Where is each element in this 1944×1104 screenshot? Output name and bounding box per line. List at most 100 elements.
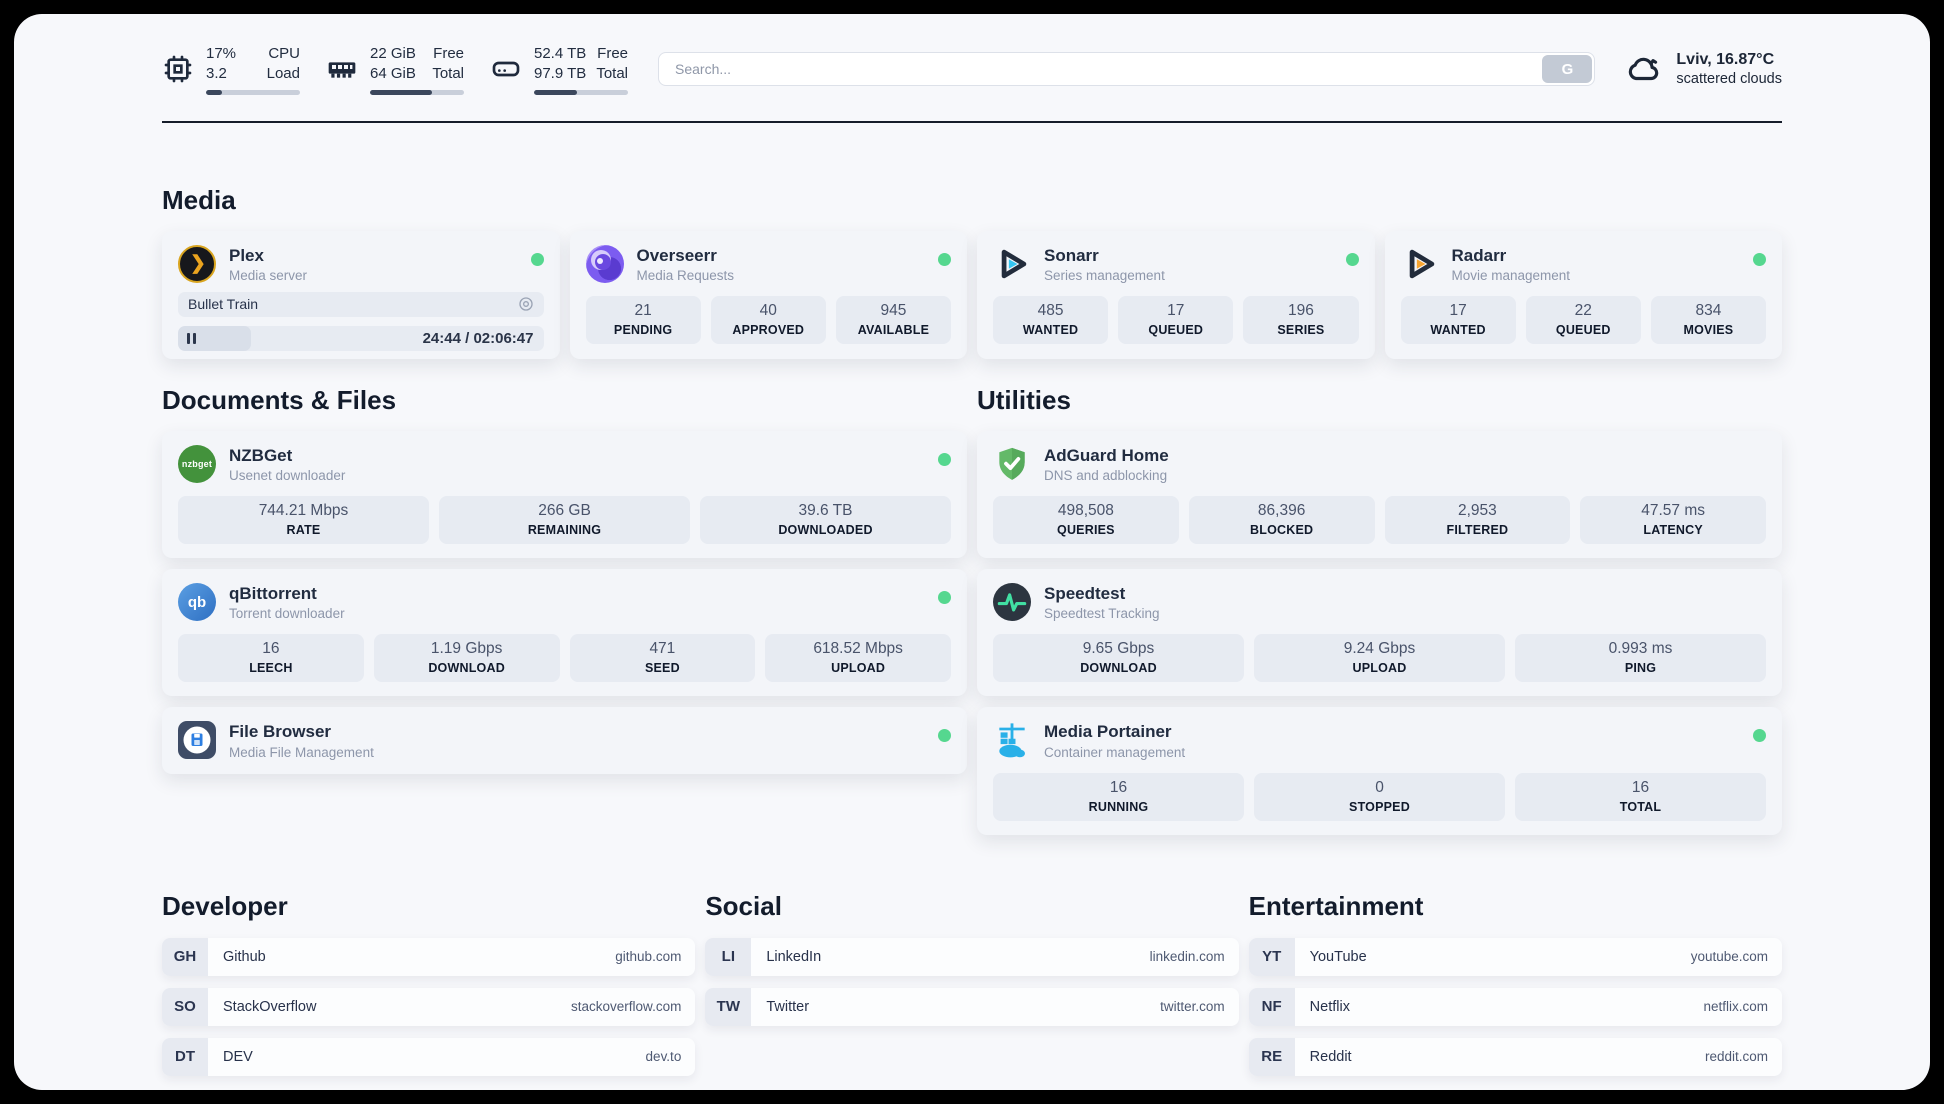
app-card-sonarr[interactable]: Sonarr Series management 485 WANTED 17 Q… <box>977 230 1375 359</box>
stat-downloaded: 39.6 TB DOWNLOADED <box>700 496 951 545</box>
stat-running: 16 RUNNING <box>993 772 1244 821</box>
bookmark-youtube[interactable]: YT YouTube youtube.com <box>1248 937 1782 976</box>
app-name: Media Portainer <box>1044 722 1172 742</box>
search-input[interactable] <box>658 52 1596 87</box>
status-online-dot <box>1753 729 1766 743</box>
app-name: Plex <box>229 245 264 265</box>
app-subtitle: Media File Management <box>229 744 374 760</box>
app-subtitle: Container management <box>1044 744 1186 760</box>
stat-remaining: 266 GB REMAINING <box>439 496 690 545</box>
stat-rate: 744.21 Mbps RATE <box>178 496 429 545</box>
app-subtitle: Movie management <box>1451 267 1571 283</box>
bookmark-url: linkedin.com <box>1149 949 1225 965</box>
app-subtitle: Speedtest Tracking <box>1044 606 1160 622</box>
stat-seed: 471 SEED <box>569 634 756 683</box>
bookmark-abbr: SO <box>162 987 208 1026</box>
bookmark-name: Github <box>223 948 266 965</box>
app-card-portainer[interactable]: Media Portainer Container management 16 … <box>977 707 1782 835</box>
stat-wanted: 17 WANTED <box>1400 295 1516 344</box>
cpu-metric: 17% 3.2 CPU Load <box>162 44 300 95</box>
app-subtitle: Usenet downloader <box>229 468 346 484</box>
app-card-speedtest[interactable]: Speedtest Speedtest Tracking 9.65 Gbps D… <box>977 569 1782 697</box>
disk-progress-bar <box>534 89 628 95</box>
portainer-icon <box>993 721 1031 759</box>
disk-total-value: 97.9 TB <box>534 65 587 83</box>
app-card-overseerr[interactable]: Overseerr Media Requests 21 PENDING 40 A… <box>569 230 967 359</box>
app-card-filebrowser[interactable]: File Browser Media File Management <box>162 707 967 774</box>
weather-location-temp: Lviv, 16.87°C <box>1676 51 1775 69</box>
bookmark-netflix[interactable]: NF Netflix netflix.com <box>1248 987 1782 1026</box>
bookmark-url: netflix.com <box>1703 999 1768 1015</box>
bookmark-section-developer: Developer GH Github github.com SO StackO… <box>162 891 696 1076</box>
disk-free-label: Free <box>597 45 628 62</box>
now-playing-title: Bullet Train <box>188 296 259 313</box>
stat-latency: 47.57 ms LATENCY <box>1580 496 1766 545</box>
cpu-icon <box>162 53 194 85</box>
app-card-nzbget[interactable]: nzbget NZBGet Usenet downloader 744.21 M… <box>162 430 967 559</box>
status-online-dot <box>938 729 951 743</box>
memory-free-label: Free <box>433 45 464 62</box>
disk-free-value: 52.4 TB <box>534 45 587 62</box>
app-subtitle: Torrent downloader <box>229 606 345 622</box>
section-title-utilities: Utilities <box>977 384 1071 415</box>
memory-metric: 22 GiB 64 GiB Free Total <box>326 44 464 95</box>
app-card-radarr[interactable]: Radarr Movie management 17 WANTED 22 QUE… <box>1384 230 1782 359</box>
app-subtitle: Media Requests <box>636 267 735 283</box>
bookmark-reddit[interactable]: RE Reddit reddit.com <box>1248 1037 1782 1076</box>
search-bar: G <box>658 52 1596 87</box>
bookmark-name: LinkedIn <box>766 948 822 965</box>
memory-free-value: 22 GiB <box>370 45 416 62</box>
search-engine-button[interactable]: G <box>1542 55 1593 84</box>
bookmark-linkedin[interactable]: LI LinkedIn linkedin.com <box>705 937 1239 976</box>
app-name: File Browser <box>229 722 332 742</box>
section-title-social: Social <box>705 890 782 921</box>
bookmark-dev[interactable]: DT DEV dev.to <box>162 1037 696 1076</box>
stat-queued: 17 QUEUED <box>1118 295 1234 344</box>
system-metrics: 17% 3.2 CPU Load 22 GiB 64 GiB Free Tota… <box>162 44 628 95</box>
memory-total-value: 64 GiB <box>370 65 416 83</box>
disk-metric: 52.4 TB 97.9 TB Free Total <box>490 44 628 95</box>
bookmark-abbr: GH <box>162 937 208 976</box>
stat-approved: 40 APPROVED <box>710 295 826 344</box>
status-online-dot <box>1345 252 1359 266</box>
bookmark-stackoverflow[interactable]: SO StackOverflow stackoverflow.com <box>162 987 696 1026</box>
bookmark-github[interactable]: GH Github github.com <box>162 937 696 976</box>
stat-upload: 9.24 Gbps UPLOAD <box>1254 634 1505 683</box>
status-online-dot <box>938 452 951 466</box>
bookmark-abbr: RE <box>1248 1037 1295 1076</box>
status-online-dot <box>938 252 951 266</box>
stat-filtered: 2,953 FILTERED <box>1384 496 1571 545</box>
weather-condition: scattered clouds <box>1676 71 1782 88</box>
section-title-documents: Documents & Files <box>162 384 397 415</box>
pause-icon[interactable] <box>187 332 196 344</box>
app-subtitle: Media server <box>229 267 308 283</box>
radarr-icon <box>1401 245 1439 283</box>
app-card-adguard[interactable]: AdGuard Home DNS and adblocking 498,508 … <box>977 430 1782 559</box>
stat-wanted: 485 WANTED <box>993 295 1109 344</box>
bookmark-abbr: LI <box>705 937 752 976</box>
playback-progress-row: 24:44 / 02:06:47 <box>178 325 544 351</box>
adguard-icon <box>993 445 1031 483</box>
dashboard-page: 17% 3.2 CPU Load 22 GiB 64 GiB Free Tota… <box>14 14 1930 1090</box>
qbittorrent-icon: qb <box>178 583 216 622</box>
app-name: AdGuard Home <box>1044 445 1169 465</box>
bookmark-abbr: TW <box>705 987 752 1026</box>
filebrowser-icon <box>178 721 216 760</box>
bookmark-section-entertainment: Entertainment YT YouTube youtube.com NF … <box>1248 891 1782 1076</box>
bookmark-abbr: YT <box>1248 937 1295 976</box>
header-divider <box>162 120 1782 123</box>
bookmark-url: reddit.com <box>1704 1049 1768 1065</box>
disk-total-label: Total <box>596 65 628 83</box>
app-subtitle: Series management <box>1044 267 1165 283</box>
app-card-qbittorrent[interactable]: qb qBittorrent Torrent downloader 16 LEE… <box>162 569 967 697</box>
stat-available: 945 AVAILABLE <box>835 295 952 344</box>
cpu-progress-bar <box>206 89 300 95</box>
app-card-plex[interactable]: ❯ Plex Media server Bullet Train 24:44 /… <box>162 230 560 359</box>
app-name: qBittorrent <box>229 584 317 604</box>
bookmark-twitter[interactable]: TW Twitter twitter.com <box>705 987 1239 1026</box>
memory-progress-bar <box>370 89 464 95</box>
session-media-icon <box>518 297 533 312</box>
app-name: Overseerr <box>636 245 717 265</box>
bookmark-url: dev.to <box>645 1049 682 1065</box>
cpu-usage-value: 17% <box>206 45 237 62</box>
